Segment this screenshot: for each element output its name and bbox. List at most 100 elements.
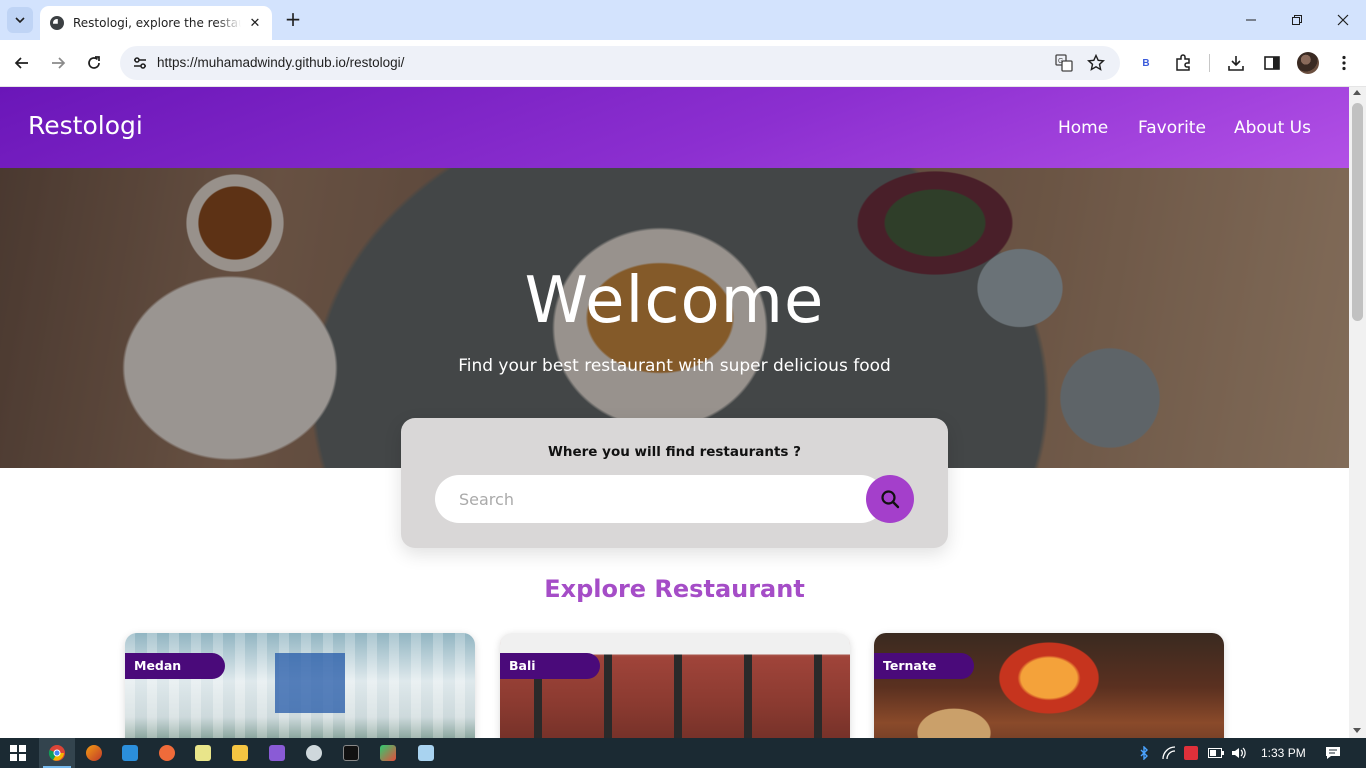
- new-tab-button[interactable]: +: [282, 8, 304, 30]
- browser-menu-button[interactable]: [1333, 52, 1355, 74]
- browser-toolbar: https://muhamadwindy.github.io/restologi…: [0, 40, 1366, 87]
- os-taskbar: 1:33 PM: [0, 738, 1366, 768]
- hero-subtitle: Find your best restaurant with super del…: [458, 356, 891, 376]
- toolbar-divider: [1209, 54, 1210, 72]
- restore-button[interactable]: [1274, 0, 1320, 40]
- close-icon: [1337, 14, 1349, 26]
- minimize-button[interactable]: [1228, 0, 1274, 40]
- taskbar-app-2[interactable]: [76, 738, 112, 768]
- notepad-icon: [195, 745, 211, 761]
- download-icon: [1228, 56, 1244, 71]
- taskbar-notepad[interactable]: [185, 738, 221, 768]
- taskbar-app-11[interactable]: [408, 738, 444, 768]
- nav-about-link[interactable]: About Us: [1234, 118, 1311, 138]
- search-icon: [881, 490, 900, 509]
- profile-avatar[interactable]: [1297, 52, 1319, 74]
- app-icon: [380, 745, 396, 761]
- restaurant-card[interactable]: Bali: [500, 633, 850, 738]
- network-icon[interactable]: [1161, 745, 1177, 761]
- taskbar-app-4[interactable]: [149, 738, 185, 768]
- side-panel-button[interactable]: [1261, 52, 1283, 74]
- nav-home-link[interactable]: Home: [1058, 118, 1108, 138]
- svg-text:G: G: [1058, 58, 1063, 65]
- explore-section-title: Explore Restaurant: [544, 575, 805, 603]
- star-icon: [1087, 54, 1105, 71]
- restaurant-card[interactable]: Ternate: [874, 633, 1224, 738]
- app-icon: [86, 745, 102, 761]
- chrome-icon: [48, 745, 65, 761]
- url-text[interactable]: https://muhamadwindy.github.io/restologi…: [157, 55, 404, 70]
- browser-tab-strip: Restologi, explore the restaurants ✕ +: [0, 0, 1366, 40]
- taskbar-visual-studio[interactable]: [259, 738, 295, 768]
- visual-studio-icon: [269, 745, 285, 761]
- side-panel-icon: [1264, 56, 1280, 70]
- extension-b-button[interactable]: B: [1135, 52, 1157, 74]
- bluetooth-icon[interactable]: [1136, 745, 1152, 761]
- nav-favorite-link[interactable]: Favorite: [1138, 118, 1206, 138]
- minimize-icon: [1246, 19, 1256, 21]
- arrow-left-icon: [14, 57, 28, 69]
- volume-icon[interactable]: [1231, 745, 1247, 761]
- restaurant-image: [874, 633, 1224, 738]
- close-window-button[interactable]: [1320, 0, 1366, 40]
- search-input[interactable]: [435, 475, 885, 523]
- search-label: Where you will find restaurants ?: [547, 444, 801, 460]
- start-button[interactable]: [0, 738, 36, 768]
- clock-time[interactable]: 1:33 PM: [1261, 746, 1306, 760]
- app-icon: [306, 745, 322, 761]
- address-bar[interactable]: https://muhamadwindy.github.io/restologi…: [120, 46, 1120, 80]
- tab-title: Restologi, explore the restaurants: [73, 16, 241, 30]
- tab-search-button[interactable]: [7, 7, 33, 33]
- app-icon: [159, 745, 175, 761]
- site-header: Restologi Home Favorite About Us: [0, 87, 1349, 168]
- globe-icon: [50, 16, 64, 30]
- search-button[interactable]: [866, 475, 914, 523]
- scroll-thumb[interactable]: [1352, 103, 1363, 321]
- taskbar-file-explorer[interactable]: [222, 738, 258, 768]
- taskbar-app-8[interactable]: [296, 738, 332, 768]
- battery-icon[interactable]: [1208, 745, 1224, 761]
- taskbar-terminal[interactable]: [333, 738, 369, 768]
- notification-center-icon[interactable]: [1325, 745, 1341, 761]
- restaurant-card[interactable]: Medan: [125, 633, 475, 738]
- extension-b-icon: B: [1142, 57, 1150, 69]
- site-brand[interactable]: Restologi: [28, 111, 143, 140]
- terminal-icon: [343, 745, 359, 761]
- close-tab-icon[interactable]: ✕: [246, 16, 264, 31]
- restaurant-image: [500, 633, 850, 738]
- restore-icon: [1292, 15, 1302, 25]
- more-vertical-icon: [1342, 55, 1346, 71]
- taskbar-chrome[interactable]: [39, 738, 75, 768]
- chevron-down-icon: [15, 17, 25, 24]
- extensions-button[interactable]: [1172, 52, 1194, 74]
- downloads-button[interactable]: [1225, 52, 1247, 74]
- back-button[interactable]: [9, 50, 35, 76]
- bookmark-button[interactable]: [1086, 53, 1106, 73]
- forward-button[interactable]: [45, 50, 71, 76]
- tune-icon: [134, 57, 146, 69]
- page-viewport: Restologi Home Favorite About Us Welcome…: [0, 87, 1349, 738]
- browser-tab-active[interactable]: Restologi, explore the restaurants ✕: [40, 6, 272, 40]
- translate-button[interactable]: G: [1054, 53, 1074, 73]
- windows-icon: [10, 745, 26, 761]
- taskbar-vscode[interactable]: [112, 738, 148, 768]
- folder-icon: [232, 745, 248, 761]
- scroll-up-arrow-icon[interactable]: [1353, 90, 1361, 95]
- scroll-down-arrow-icon[interactable]: [1353, 728, 1361, 733]
- vscode-icon: [122, 745, 138, 761]
- site-info-button[interactable]: [128, 51, 152, 75]
- hero-title: Welcome: [524, 264, 825, 338]
- shield-icon: [1184, 746, 1198, 760]
- search-card: Where you will find restaurants ?: [401, 418, 948, 548]
- app-icon: [418, 745, 434, 761]
- restaurant-image: [125, 633, 475, 738]
- city-badge: Bali: [500, 653, 600, 679]
- city-badge: Medan: [125, 653, 225, 679]
- reload-icon: [88, 56, 100, 69]
- translate-icon: G: [1055, 54, 1073, 72]
- puzzle-icon: [1176, 54, 1190, 71]
- page-scrollbar[interactable]: [1349, 87, 1366, 738]
- reload-button[interactable]: [81, 50, 107, 76]
- taskbar-app-10[interactable]: [370, 738, 406, 768]
- antivirus-icon[interactable]: [1183, 745, 1199, 761]
